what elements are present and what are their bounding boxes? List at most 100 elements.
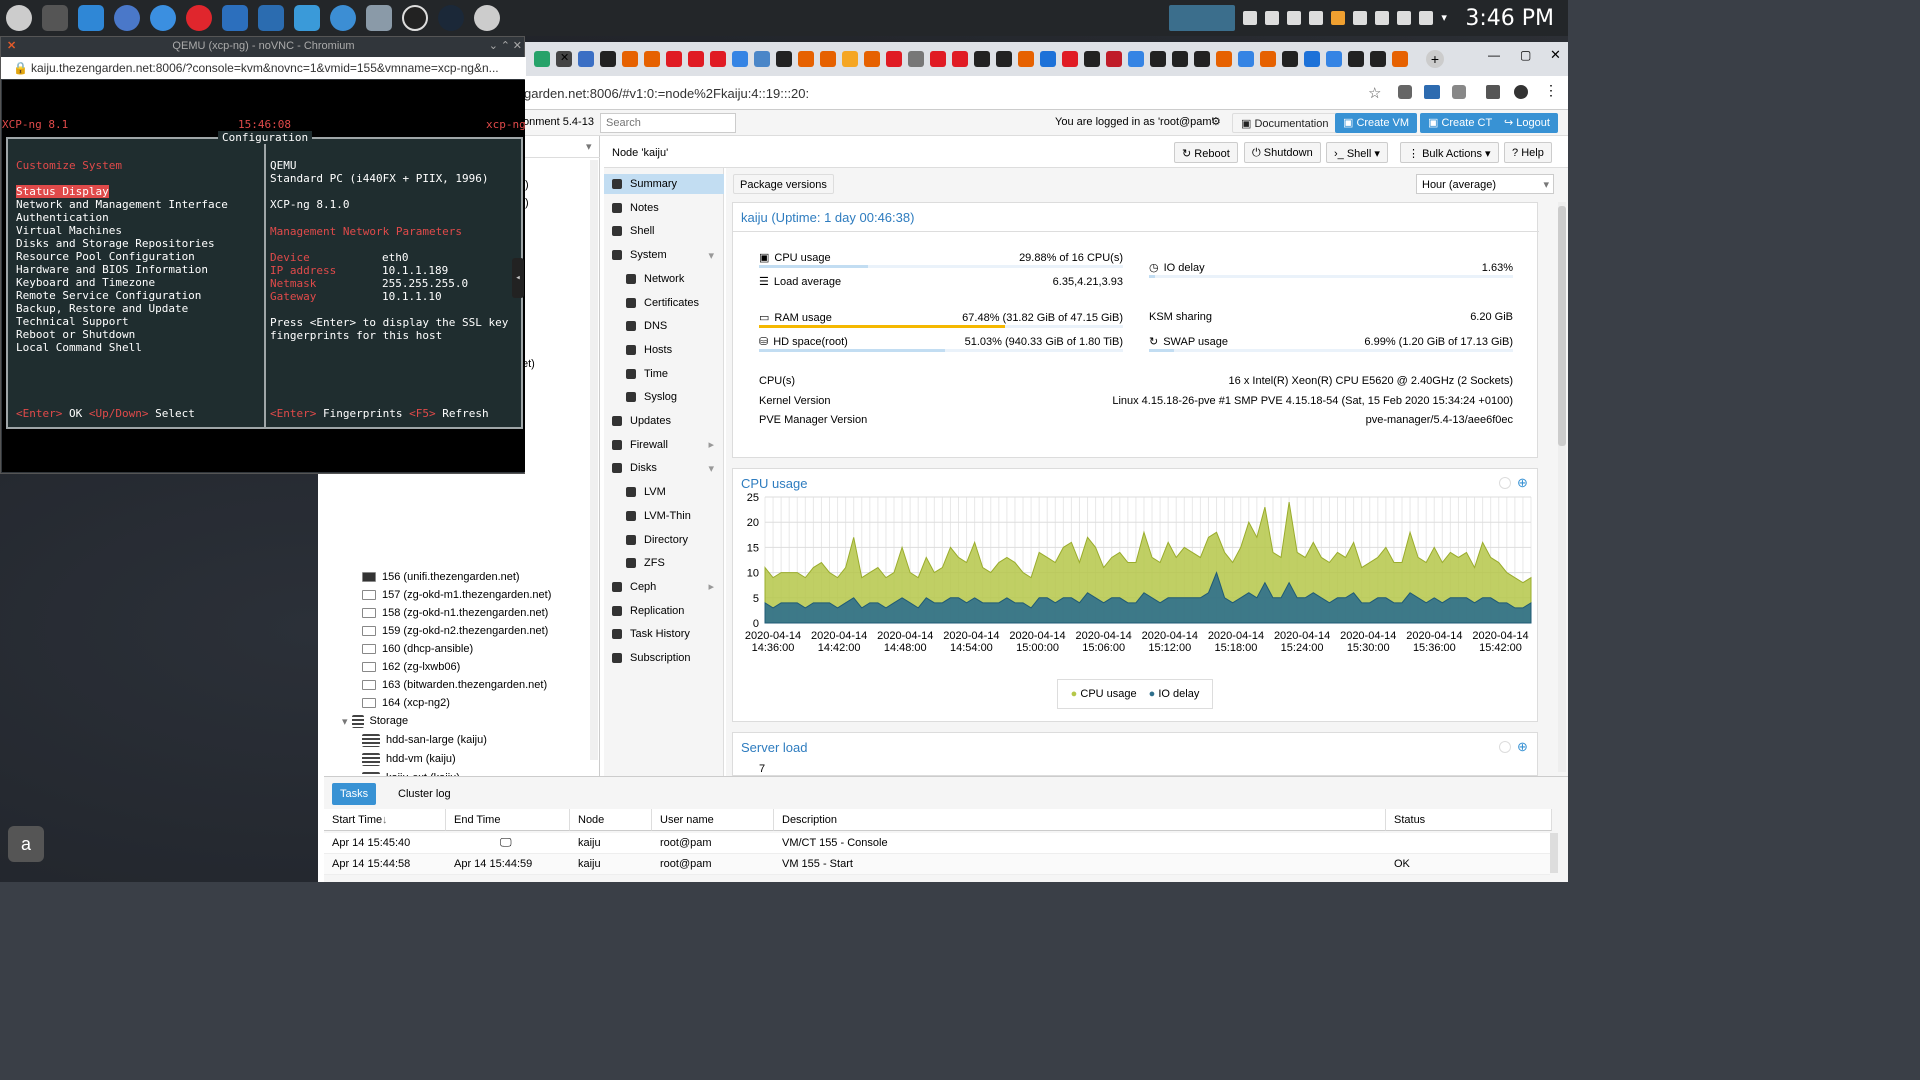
obs-icon[interactable] [402, 5, 428, 31]
tree-scrollbar[interactable] [590, 160, 598, 760]
console-menu-item[interactable]: Local Command Shell [16, 341, 142, 354]
tab-favicon-icon[interactable] [1194, 51, 1210, 67]
tree-vm-item[interactable]: 162 (zg-lxwb06) [362, 658, 460, 676]
console-menu-item[interactable]: Technical Support [16, 315, 129, 328]
menu-item-updates[interactable]: Updates [604, 411, 724, 431]
menu-item-dns[interactable]: DNS [604, 316, 724, 336]
tab-favicon-icon[interactable] [732, 51, 748, 67]
tab-favicon-icon[interactable] [1040, 51, 1056, 67]
file-manager-icon[interactable] [78, 5, 104, 31]
floating-app-icon[interactable]: a [8, 826, 44, 862]
maximize-icon[interactable]: ▢ [1520, 48, 1531, 62]
maximize-icon[interactable]: ⌃ [501, 37, 510, 55]
tab-favicon-icon[interactable] [534, 51, 550, 67]
tab-favicon-icon[interactable] [886, 51, 902, 67]
writer-icon[interactable] [258, 5, 284, 31]
menu-item-zfs[interactable]: ZFS [604, 553, 724, 573]
tab-favicon-icon[interactable] [1392, 51, 1408, 67]
legend-io[interactable]: ● IO delay [1149, 688, 1200, 700]
menu-item-hosts[interactable]: Hosts [604, 340, 724, 360]
timeframe-select[interactable]: Hour (average) ▾ [1416, 174, 1554, 194]
legend-cpu[interactable]: ● CPU usage [1071, 688, 1137, 700]
menu-item-lvm-thin[interactable]: LVM-Thin [604, 506, 724, 526]
table-row[interactable]: Apr 14 15:45:40 kaiju root@pam VM/CT 155 - … [324, 833, 1550, 854]
console-menu-item[interactable]: Reboot or Shutdown [16, 328, 135, 341]
zoom-icon[interactable]: ⊕ [1517, 475, 1528, 491]
tab-favicon-icon[interactable] [908, 51, 924, 67]
menu-item-certificates[interactable]: Certificates [604, 293, 724, 313]
reboot-button[interactable]: ↻ Reboot [1174, 142, 1238, 163]
menu-item-shell[interactable]: Shell [604, 221, 724, 241]
documentation-button[interactable]: ▣ Documentation [1232, 113, 1338, 133]
logout-button[interactable]: ↪ Logout [1496, 113, 1558, 133]
vnc-url-bar[interactable]: 🔒 kaiju.thezengarden.net:8006/?console=k… [1, 57, 526, 79]
weather-icon[interactable] [1331, 11, 1346, 25]
notification-icon[interactable] [1243, 11, 1258, 25]
tree-vm-item[interactable]: 156 (unifi.thezengarden.net) [362, 568, 520, 586]
console-menu-item[interactable]: Authentication [16, 211, 109, 224]
package-versions-button[interactable]: Package versions [733, 174, 834, 194]
tab-favicon-icon[interactable] [1062, 51, 1078, 67]
column-header[interactable]: End Time [446, 809, 570, 831]
profile-icon[interactable] [1514, 85, 1528, 99]
tab-favicon-icon[interactable] [1172, 51, 1188, 67]
bulk-actions-button[interactable]: ⋮ Bulk Actions ▾ [1400, 142, 1499, 163]
tab-close-icon[interactable]: ✕ [560, 51, 569, 64]
tab-favicon-icon[interactable] [1084, 51, 1100, 67]
tab-favicon-icon[interactable] [974, 51, 990, 67]
tab-favicon-icon[interactable] [710, 51, 726, 67]
menu-item-time[interactable]: Time [604, 364, 724, 384]
tab-favicon-icon[interactable] [1282, 51, 1298, 67]
tab-favicon-icon[interactable] [842, 51, 858, 67]
console-menu-item[interactable]: Keyboard and Timezone [16, 276, 155, 289]
media-play-icon[interactable] [1287, 11, 1302, 25]
extension-icon[interactable] [1452, 85, 1466, 99]
console-menu-item[interactable]: Backup, Restore and Update [16, 302, 188, 315]
undo-zoom-icon[interactable] [1499, 741, 1511, 753]
new-tab-icon[interactable]: + [1426, 50, 1444, 68]
tab-favicon-icon[interactable] [688, 51, 704, 67]
vnc-sidebar-handle[interactable]: ◂ [512, 258, 524, 298]
messaging-icon[interactable] [294, 5, 320, 31]
tab-favicon-icon[interactable] [1304, 51, 1320, 67]
tab-favicon-icon[interactable] [622, 51, 638, 67]
menu-item-syslog[interactable]: Syslog [604, 387, 724, 407]
menu-item-ceph[interactable]: Ceph ▸ [604, 577, 724, 597]
menu-item-replication[interactable]: Replication [604, 601, 724, 621]
tab-favicon-icon[interactable] [1238, 51, 1254, 67]
column-header[interactable]: Node [570, 809, 652, 831]
close-icon[interactable]: ✕ [1550, 47, 1561, 63]
star-icon[interactable]: ☆ [1368, 84, 1381, 102]
console-menu-item[interactable]: Network and Management Interface [16, 198, 228, 211]
clipboard-icon[interactable] [1375, 11, 1390, 25]
tree-vm-item[interactable]: 157 (zg-okd-m1.thezengarden.net) [362, 586, 551, 604]
tab-favicon-icon[interactable] [578, 51, 594, 67]
console-menu-item[interactable]: Status Display [16, 185, 109, 198]
system-menu-icon[interactable] [6, 5, 32, 31]
tab-favicon-icon[interactable] [600, 51, 616, 67]
shutdown-button[interactable]: ⏻ Shutdown [1244, 142, 1321, 163]
extension-icon[interactable] [1424, 85, 1440, 99]
tab-favicon-icon[interactable] [952, 51, 968, 67]
chromium-icon[interactable] [150, 5, 176, 31]
menu-item-firewall[interactable]: Firewall ▸ [604, 435, 724, 455]
tab-favicon-icon[interactable] [1150, 51, 1166, 67]
tree-vm-item[interactable]: 159 (zg-okd-n2.thezengarden.net) [362, 622, 548, 640]
tab-favicon-icon[interactable] [930, 51, 946, 67]
chevron-down-icon[interactable]: ▾ [586, 140, 592, 153]
menu-item-system[interactable]: System ▾ [604, 245, 724, 265]
column-header[interactable]: Description [774, 809, 1386, 831]
menu-item-task-history[interactable]: Task History [604, 624, 724, 644]
tab-favicon-icon[interactable] [1260, 51, 1276, 67]
close-icon[interactable]: ✕ [513, 37, 522, 55]
pager-icon[interactable] [1169, 5, 1236, 31]
help-button[interactable]: ? Help [1504, 142, 1552, 163]
tab-favicon-icon[interactable] [1106, 51, 1122, 67]
tab-favicon-icon[interactable] [754, 51, 770, 67]
console-menu-item[interactable]: Hardware and BIOS Information [16, 263, 208, 276]
tree-storage-item[interactable]: hdd-san-large (kaiju) [362, 731, 487, 749]
column-header[interactable]: Status [1386, 809, 1552, 831]
clock[interactable]: 3:46 PM [1465, 6, 1554, 31]
column-header[interactable]: User name [652, 809, 774, 831]
kebab-menu-icon[interactable]: ⋮ [1544, 82, 1558, 99]
